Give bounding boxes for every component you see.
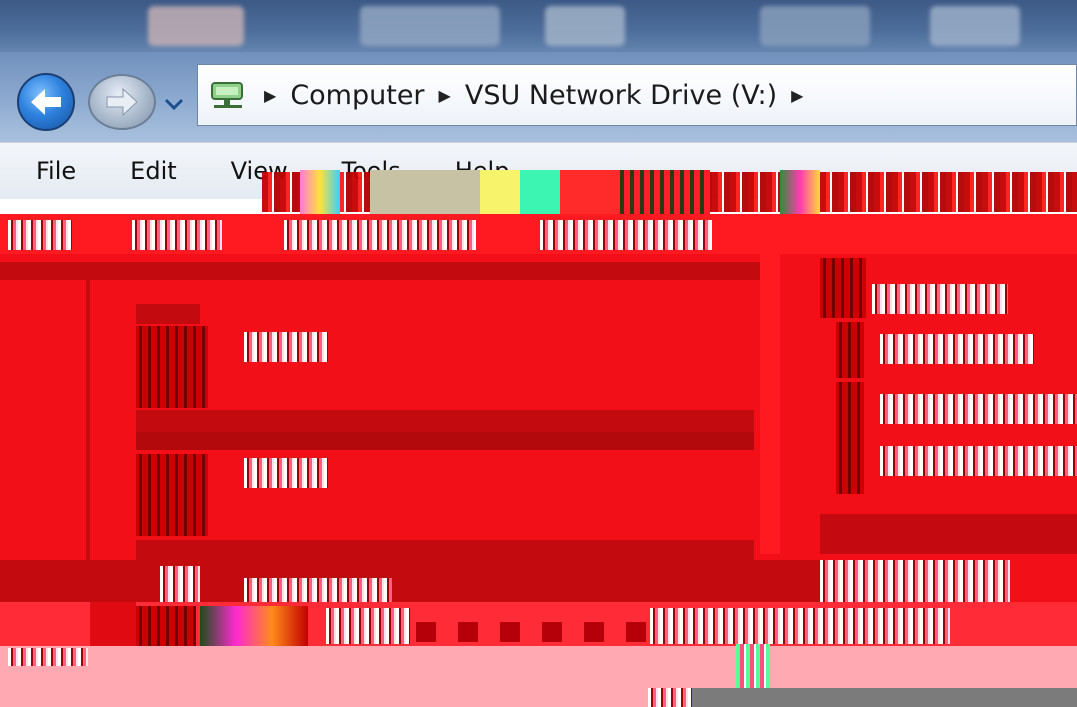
- title-blob: [148, 6, 244, 46]
- menu-file[interactable]: File: [24, 143, 98, 199]
- progress-dot: [500, 622, 520, 642]
- progress-dot: [542, 622, 562, 642]
- menu-edit[interactable]: Edit: [118, 143, 198, 199]
- row-divider: [136, 432, 754, 450]
- column-header: [132, 220, 222, 250]
- address-bar[interactable]: ▶ Computer ▶ VSU Network Drive (V:) ▶: [197, 64, 1077, 126]
- title-blob: [360, 6, 500, 46]
- details-pane-edge: [760, 214, 780, 554]
- row-highlight: [136, 304, 200, 324]
- title-blob: [760, 6, 870, 46]
- status-text: [326, 608, 410, 644]
- file-icon: [136, 454, 208, 536]
- file-name: [244, 332, 328, 362]
- column-header: [540, 220, 712, 250]
- recent-pages-button[interactable]: [160, 90, 188, 118]
- breadcrumb-arrow-icon[interactable]: ▶: [791, 86, 803, 105]
- details-text: [880, 446, 1077, 476]
- status-text: [650, 608, 950, 644]
- progress-dot: [458, 622, 478, 642]
- title-blob: [545, 6, 625, 46]
- details-title: [872, 284, 1008, 314]
- details-text: [880, 334, 1034, 364]
- file-icon: [136, 326, 208, 408]
- footer-icon: [736, 644, 770, 692]
- chevron-down-icon: [164, 98, 184, 111]
- title-blob: [930, 6, 1020, 46]
- status-icon: [136, 606, 196, 646]
- divider: [0, 262, 760, 280]
- forward-arrow-icon: [106, 87, 138, 117]
- row-divider: [136, 410, 754, 432]
- details-divider: [820, 514, 1077, 554]
- render-glitch-chunk: [520, 170, 560, 214]
- status-text: [160, 566, 200, 602]
- status-band: [0, 560, 820, 602]
- render-glitch-chunk: [370, 170, 480, 214]
- render-glitch-chunk: [560, 170, 620, 214]
- status-band: [90, 602, 136, 646]
- file-name: [244, 458, 328, 488]
- file-list-area: [0, 214, 1077, 707]
- sidebar-column: [86, 280, 90, 580]
- column-header: [8, 220, 72, 250]
- progress-dot: [626, 622, 646, 642]
- back-arrow-icon: [31, 89, 61, 115]
- details-icon: [836, 382, 864, 494]
- breadcrumb-arrow-icon[interactable]: ▶: [439, 86, 451, 105]
- footer-text: [8, 648, 88, 666]
- footer-text: [648, 688, 692, 707]
- window-title-strip: [0, 0, 1077, 60]
- render-glitch-chunk: [480, 170, 520, 214]
- details-icon: [820, 258, 866, 318]
- row-divider: [136, 540, 754, 562]
- details-text: [820, 560, 1010, 602]
- progress-dot: [584, 622, 604, 642]
- column-header: [284, 220, 476, 250]
- render-glitch-chunk: [620, 170, 710, 214]
- progress-dot: [416, 622, 436, 642]
- forward-button[interactable]: [88, 74, 156, 130]
- breadcrumb-computer[interactable]: Computer: [290, 80, 424, 111]
- breadcrumb-network-drive[interactable]: VSU Network Drive (V:): [465, 80, 777, 111]
- details-icon: [836, 322, 864, 378]
- render-glitch-chunk: [780, 170, 820, 214]
- network-drive-icon: [206, 78, 250, 112]
- navigation-bar: ▶ Computer ▶ VSU Network Drive (V:) ▶: [0, 52, 1077, 142]
- render-glitch-chunk: [200, 606, 308, 646]
- breadcrumb-arrow-icon[interactable]: ▶: [264, 86, 276, 105]
- footer-bar: [690, 688, 1077, 707]
- back-button[interactable]: [17, 73, 75, 131]
- details-text: [880, 394, 1077, 424]
- render-glitch-chunk: [300, 170, 340, 214]
